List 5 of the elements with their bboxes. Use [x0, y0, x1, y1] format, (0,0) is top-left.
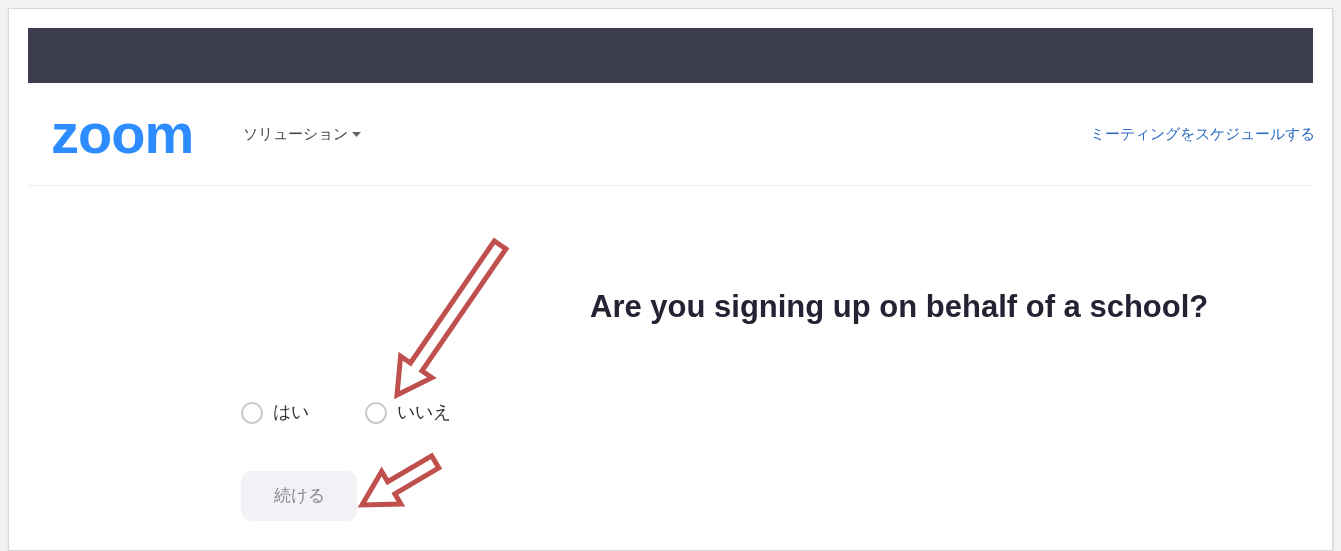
question-heading: Are you signing up on behalf of a school?	[590, 288, 1209, 326]
nav-menu[interactable]: ソリューション	[243, 122, 362, 146]
radio-option[interactable]: いいえ	[365, 399, 451, 426]
schedule-link[interactable]: ミーティングをスケジュールする	[1090, 122, 1315, 146]
radio-option[interactable]: はい	[241, 399, 309, 426]
